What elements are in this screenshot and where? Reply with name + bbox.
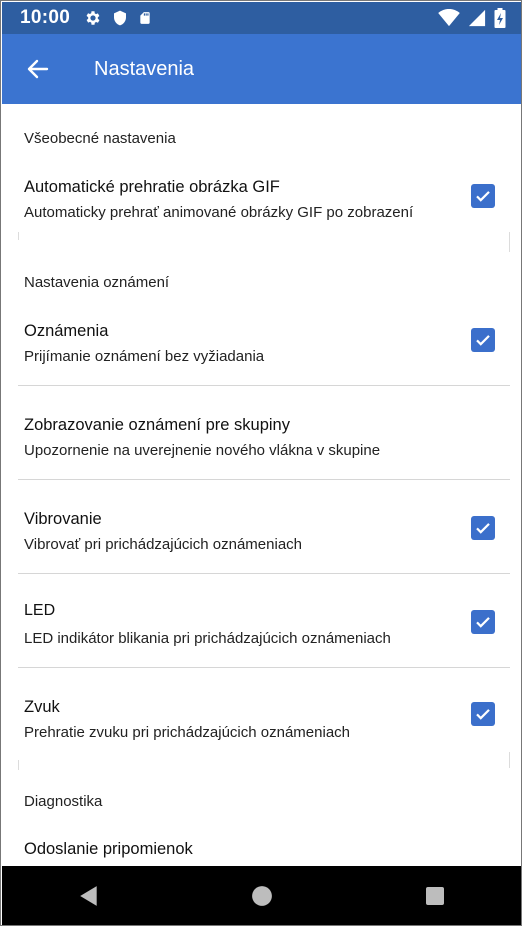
- setting-row-vibration[interactable]: Vibrovanie Vibrovať pri prichádzajúcich …: [18, 506, 510, 574]
- divider-stub: [18, 760, 19, 770]
- nav-back-button[interactable]: [59, 871, 119, 921]
- setting-title: Automatické prehratie obrázka GIF: [24, 178, 280, 196]
- setting-row-led[interactable]: LED LED indikátor blikania pri prichádza…: [18, 600, 510, 668]
- led-checkbox[interactable]: [471, 610, 495, 634]
- shield-icon: [114, 10, 127, 26]
- divider: [18, 667, 510, 668]
- nav-home-button[interactable]: [232, 871, 292, 921]
- setting-subtitle: Vibrovať pri prichádzajúcich oznámeniach: [24, 536, 302, 553]
- gear-icon: [86, 11, 100, 25]
- setting-subtitle: Prehratie zvuku pri prichádzajúcich ozná…: [24, 724, 351, 741]
- setting-subtitle: Upozornenie na uverejnenie nového vlákna…: [24, 442, 381, 459]
- status-right-icons: [438, 8, 506, 28]
- divider-stub: [509, 752, 510, 768]
- divider: [18, 573, 510, 574]
- wifi-icon: [438, 9, 460, 27]
- sd-card-icon: [140, 12, 150, 24]
- status-bar: 10:00: [2, 2, 521, 34]
- divider-stub: [18, 232, 19, 240]
- setting-row-sound[interactable]: Zvuk Prehratie zvuku pri prichádzajúcich…: [18, 696, 510, 764]
- app-bar: Nastavenia: [2, 34, 521, 104]
- setting-subtitle: LED indikátor blikania pri prichádzajúci…: [24, 630, 391, 647]
- signal-icon: [468, 9, 486, 27]
- gif-autoplay-checkbox[interactable]: [471, 184, 495, 208]
- setting-title: Zvuk: [24, 698, 60, 716]
- home-circle-icon: [252, 886, 272, 906]
- setting-title: Oznámenia: [24, 322, 109, 340]
- section-header-diagnostics: Diagnostika: [24, 793, 103, 810]
- notifications-checkbox[interactable]: [471, 328, 495, 352]
- checkmark-icon: [476, 335, 490, 346]
- phone-screen: 10:00 Nastavenia Všeobecné nastavenia Au…: [0, 0, 522, 926]
- setting-row-gif-autoplay[interactable]: Automatické prehratie obrázka GIF Automa…: [18, 174, 510, 240]
- back-button[interactable]: [18, 49, 58, 89]
- checkmark-icon: [476, 523, 490, 534]
- setting-subtitle: Prijímanie oznámení bez vyžiadania: [24, 348, 265, 365]
- checkmark-icon: [476, 617, 490, 628]
- checkmark-icon: [476, 191, 490, 202]
- setting-title: Vibrovanie: [24, 510, 102, 528]
- status-left-icons: [84, 9, 152, 27]
- section-header-general: Všeobecné nastavenia: [24, 130, 176, 147]
- section-header-notifications: Nastavenia oznámení: [24, 274, 170, 291]
- arrow-left-icon: [27, 59, 49, 79]
- checkmark-icon: [476, 709, 490, 720]
- battery-icon: [494, 8, 506, 28]
- divider: [18, 479, 510, 480]
- status-time: 10:00: [20, 7, 71, 28]
- back-triangle-icon: [79, 886, 97, 906]
- system-nav-bar: [2, 866, 521, 925]
- sound-checkbox[interactable]: [471, 702, 495, 726]
- nav-recents-button[interactable]: [405, 871, 465, 921]
- recents-square-icon: [426, 887, 445, 905]
- setting-title: LED: [24, 602, 56, 619]
- setting-row-group-notifications[interactable]: Zobrazovanie oznámení pre skupiny Upozor…: [18, 412, 510, 480]
- settings-list[interactable]: Všeobecné nastavenia Automatické prehrat…: [2, 104, 521, 866]
- setting-row-feedback[interactable]: Odoslanie pripomienok: [18, 836, 510, 866]
- vibration-checkbox[interactable]: [471, 516, 495, 540]
- setting-subtitle: Automaticky prehrať animované obrázky GI…: [24, 204, 414, 221]
- setting-title: Odoslanie pripomienok: [24, 840, 193, 858]
- divider: [18, 385, 510, 386]
- setting-row-notifications[interactable]: Oznámenia Prijímanie oznámení bez vyžiad…: [18, 318, 510, 386]
- page-title: Nastavenia: [94, 57, 195, 80]
- divider-stub: [509, 232, 510, 252]
- setting-title: Zobrazovanie oznámení pre skupiny: [24, 416, 290, 434]
